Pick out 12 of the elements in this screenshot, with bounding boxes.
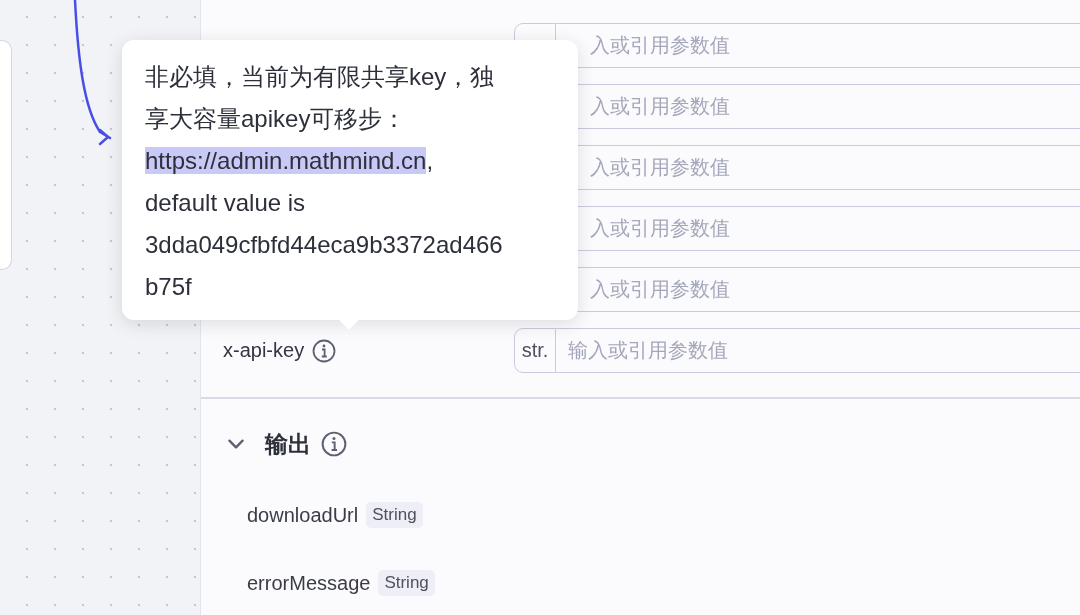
info-icon[interactable]	[312, 338, 337, 363]
type-tag: String	[366, 502, 423, 528]
type-selector[interactable]: str.	[514, 328, 556, 373]
output-name: downloadUrl	[247, 503, 359, 527]
output-name: errorMessage	[247, 571, 371, 595]
info-icon[interactable]	[321, 431, 347, 457]
section-title: 输出	[265, 429, 311, 459]
tooltip-text: 非必填，当前为有限共享key，独享大容量apikey可移步： https://admin.mathmind.cn, default value is 3dda049cfbfd44eca9b3372ad466b75f	[145, 62, 504, 302]
input-field[interactable]: 输入或引用参数值	[556, 328, 1080, 373]
input-field[interactable]: 入或引用参数值	[556, 23, 1080, 68]
parameter-label: x-api-key	[223, 339, 305, 362]
type-tag: String	[378, 570, 435, 596]
